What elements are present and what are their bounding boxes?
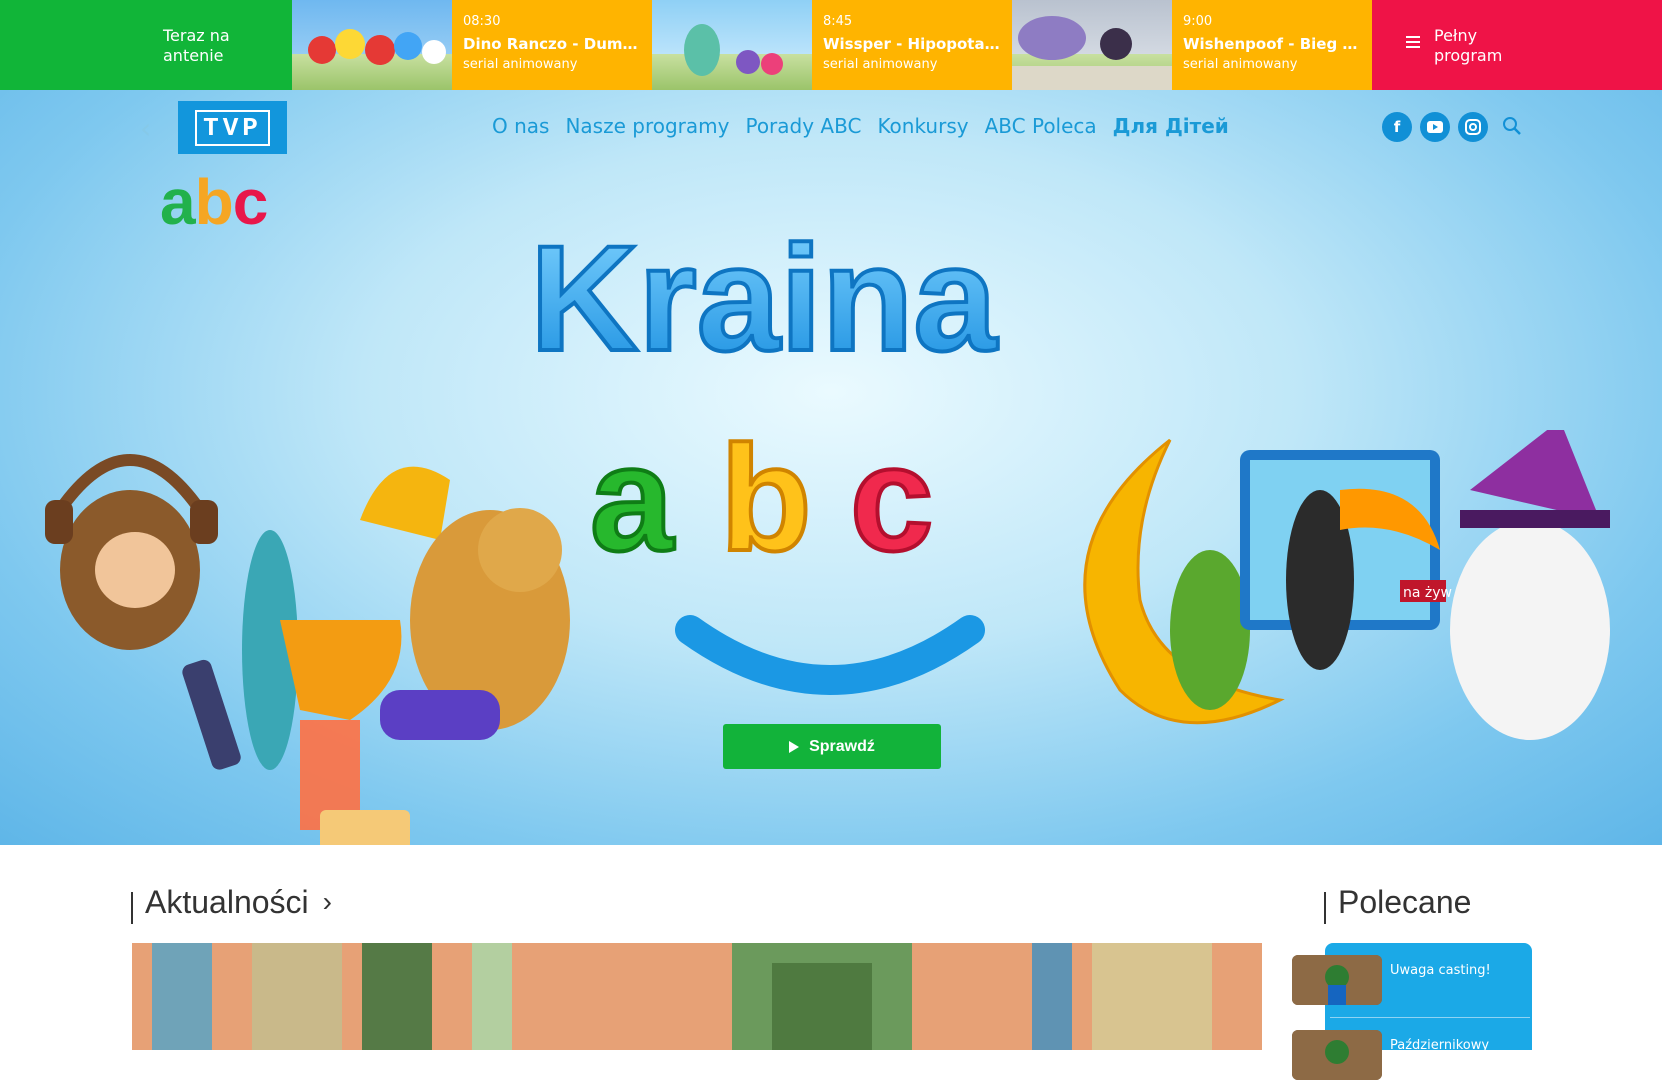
schedule-time: 08:30 bbox=[463, 14, 501, 29]
nav-dla-ditej[interactable]: Для Дітей bbox=[1113, 114, 1229, 138]
svg-text:c: c bbox=[850, 414, 933, 582]
news-hero-image[interactable] bbox=[132, 943, 1262, 1050]
recommended-thumb bbox=[1292, 1030, 1382, 1080]
main-nav: O nas Nasze programy Porady ABC Konkursy… bbox=[492, 114, 1229, 138]
search-icon[interactable] bbox=[1502, 116, 1522, 138]
check-button[interactable]: Sprawdź bbox=[723, 724, 941, 769]
now-on-air[interactable]: Teraz na antenie bbox=[0, 0, 292, 90]
instagram-icon[interactable] bbox=[1458, 112, 1488, 142]
schedule-genre: serial animowany bbox=[1183, 57, 1298, 72]
schedule-time: 9:00 bbox=[1183, 14, 1213, 29]
svg-text:a: a bbox=[590, 414, 675, 582]
nav-abc-poleca[interactable]: ABC Poleca bbox=[985, 114, 1097, 138]
facebook-icon[interactable]: f bbox=[1382, 112, 1412, 142]
recommended-heading: Polecane bbox=[1324, 880, 1471, 924]
schedule-thumb-2[interactable] bbox=[652, 0, 812, 90]
tvp-logo[interactable]: TVP bbox=[178, 101, 287, 154]
chevron-left-icon[interactable]: ‹ bbox=[140, 112, 151, 145]
full-program-button[interactable]: Pełny program bbox=[1372, 0, 1662, 90]
chevron-right-icon[interactable]: › bbox=[323, 886, 332, 918]
schedule-item-3[interactable]: 9:00 Wishenpoof - Bieg z ... serial anim… bbox=[1172, 0, 1372, 90]
schedule-genre: serial animowany bbox=[823, 57, 938, 72]
full-program-label: Pełny program bbox=[1434, 26, 1503, 65]
youtube-icon[interactable] bbox=[1420, 112, 1450, 142]
schedule-genre: serial animowany bbox=[463, 57, 578, 72]
schedule-title: Wishenpoof - Bieg z ... bbox=[1183, 35, 1361, 53]
abc-logo[interactable]: abc bbox=[160, 170, 268, 234]
svg-text:na żyw: na żyw bbox=[1403, 585, 1452, 601]
nav-o-nas[interactable]: O nas bbox=[492, 114, 549, 138]
divider bbox=[1330, 1017, 1530, 1018]
svg-text:Kraina: Kraina bbox=[530, 214, 998, 382]
recommended-item[interactable]: Uwaga casting! bbox=[1292, 955, 1491, 1005]
recommended-label: Uwaga casting! bbox=[1390, 963, 1491, 978]
super-wings-characters bbox=[308, 29, 446, 65]
schedule-thumb-3[interactable] bbox=[1012, 0, 1172, 90]
right-characters: na żyw bbox=[1083, 430, 1610, 740]
nav-nasze-programy[interactable]: Nasze programy bbox=[565, 114, 729, 138]
svg-text:b: b bbox=[720, 414, 812, 582]
recommended-item[interactable]: Październikowy bbox=[1292, 1030, 1489, 1080]
nav-konkursy[interactable]: Konkursy bbox=[877, 114, 968, 138]
schedule-title: Wissper - Hipopotam... bbox=[823, 35, 1001, 53]
schedule-strip: Teraz na antenie 08:30 Dino Ranczo - Dum… bbox=[0, 0, 1662, 90]
nav-porady-abc[interactable]: Porady ABC bbox=[745, 114, 861, 138]
recommended-label: Październikowy bbox=[1390, 1038, 1490, 1053]
schedule-thumb-1[interactable] bbox=[292, 0, 452, 90]
left-characters bbox=[45, 454, 570, 845]
hero-banner: ‹ TVP abc O nas Nasze programy Porady AB… bbox=[0, 90, 1662, 845]
dino-ranch-characters bbox=[684, 24, 783, 76]
recommended-thumb bbox=[1292, 955, 1382, 1005]
schedule-item-1[interactable]: 08:30 Dino Ranczo - Duma ... serial anim… bbox=[452, 0, 652, 90]
schedule-time: 8:45 bbox=[823, 14, 853, 29]
social-links: f bbox=[1382, 112, 1522, 142]
news-heading[interactable]: Aktualności › bbox=[131, 880, 332, 924]
schedule-item-2[interactable]: 8:45 Wissper - Hipopotam... serial animo… bbox=[812, 0, 1012, 90]
now-on-air-label: Teraz na antenie bbox=[163, 26, 230, 65]
wissper-characters bbox=[1012, 16, 1172, 90]
play-icon bbox=[789, 740, 800, 753]
list-icon bbox=[1406, 36, 1420, 50]
schedule-title: Dino Ranczo - Duma ... bbox=[463, 35, 641, 53]
